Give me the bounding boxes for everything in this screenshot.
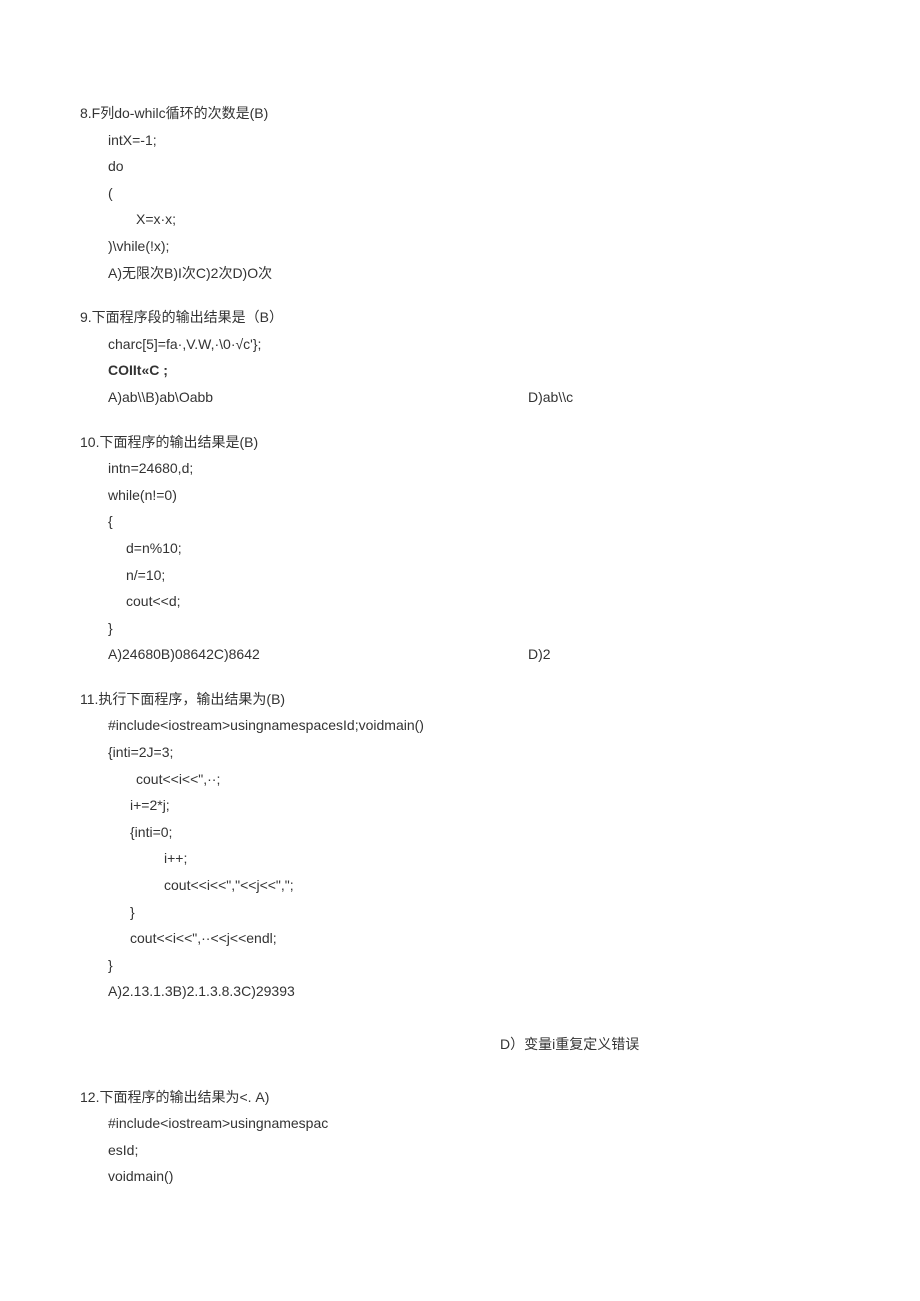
- q11-option-d: D）变量i重复定义错误: [80, 1031, 840, 1058]
- q11-code-line: i+=2*j;: [80, 792, 840, 819]
- q11-code-line: cout<<i<<",··;: [80, 766, 840, 793]
- q10-code-line: cout<<d;: [80, 588, 840, 615]
- q11-code-line: cout<<i<<",··<<j<<endl;: [80, 925, 840, 952]
- q11-options: A)2.13.1.3B)2.1.3.8.3C)29393: [80, 978, 840, 1005]
- q12-code-line: voidmain(): [80, 1163, 840, 1190]
- q8-options: A)无限次B)I次C)2次D)O次: [80, 260, 840, 287]
- q11-code-line: cout<<i<<","<<j<<",";: [80, 872, 840, 899]
- q8-title: 8.F列do-whilc循环的次数是(B): [80, 100, 840, 127]
- q8-code-line: X=x·x;: [80, 206, 840, 233]
- q9-options-left: A)ab\\B)ab\Oabb: [80, 384, 528, 411]
- question-8: 8.F列do-whilc循环的次数是(B) intX=-1; do ( X=x·…: [80, 100, 840, 286]
- q12-title: 12.下面程序的输出结果为<. A): [80, 1084, 840, 1111]
- q9-code-line: COIIt«C ;: [80, 357, 840, 384]
- q11-code-line: }: [80, 952, 840, 979]
- q10-code-line: {: [80, 508, 840, 535]
- q10-code-line: intn=24680,d;: [80, 455, 840, 482]
- q9-options-right: D)ab\\c: [528, 384, 840, 411]
- q11-code-line: }: [80, 899, 840, 926]
- question-9: 9.下面程序段的输出结果是（B） charc[5]=fa·,V.W,·\0·√c…: [80, 304, 840, 410]
- q11-code-line: i++;: [80, 845, 840, 872]
- q11-code-line: {inti=2J=3;: [80, 739, 840, 766]
- q11-code-line: {inti=0;: [80, 819, 840, 846]
- q8-code-line: (: [80, 180, 840, 207]
- q10-options-right: D)2: [528, 641, 840, 668]
- q11-title: 11.执行下面程序，输出结果为(B): [80, 686, 840, 713]
- document-page: 8.F列do-whilc循环的次数是(B) intX=-1; do ( X=x·…: [0, 0, 920, 1268]
- q11-code-line: #include<iostream>usingnamespacesId;void…: [80, 712, 840, 739]
- q12-code-line: #include<iostream>usingnamespac: [80, 1110, 840, 1137]
- q9-code-line: charc[5]=fa·,V.W,·\0·√c'};: [80, 331, 840, 358]
- q10-code-line: d=n%10;: [80, 535, 840, 562]
- q10-code-line: }: [80, 615, 840, 642]
- q9-title: 9.下面程序段的输出结果是（B）: [80, 304, 840, 331]
- q10-title: 10.下面程序的输出结果是(B): [80, 429, 840, 456]
- q10-code-line: while(n!=0): [80, 482, 840, 509]
- q8-code-line: intX=-1;: [80, 127, 840, 154]
- q10-options-left: A)24680B)08642C)8642: [80, 641, 528, 668]
- q12-code-line: esId;: [80, 1137, 840, 1164]
- q8-code-line: )\vhile(!x);: [80, 233, 840, 260]
- question-12: 12.下面程序的输出结果为<. A) #include<iostream>usi…: [80, 1084, 840, 1190]
- question-10: 10.下面程序的输出结果是(B) intn=24680,d; while(n!=…: [80, 429, 840, 668]
- question-11: 11.执行下面程序，输出结果为(B) #include<iostream>usi…: [80, 686, 840, 1005]
- q10-code-line: n/=10;: [80, 562, 840, 589]
- q8-code-line: do: [80, 153, 840, 180]
